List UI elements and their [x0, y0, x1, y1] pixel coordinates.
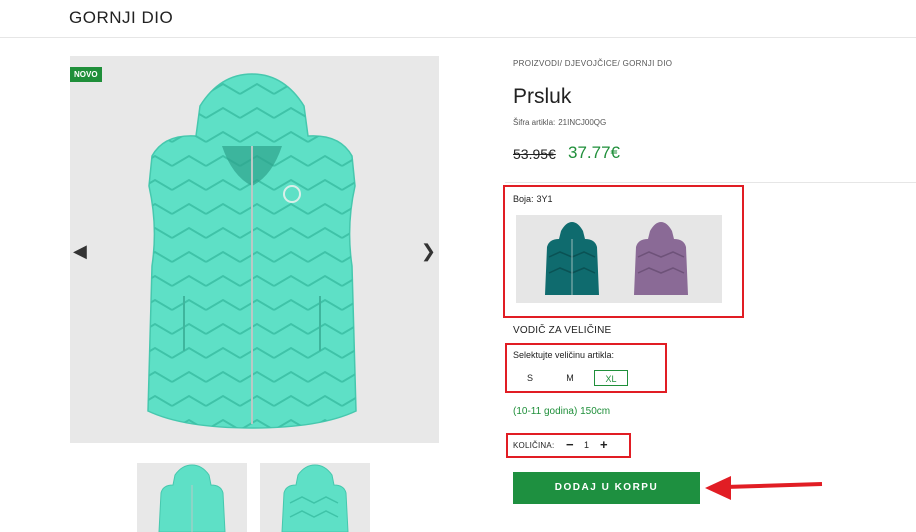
color-swatch-purple[interactable]: [630, 221, 692, 297]
price-old: 53.95€: [513, 146, 556, 162]
quantity-increase-button[interactable]: +: [600, 437, 608, 453]
size-option-m[interactable]: M: [554, 370, 586, 386]
header-bar: GORNJI DIO: [0, 0, 916, 38]
page-title: GORNJI DIO: [69, 8, 174, 27]
vest-thumbnail-front: [158, 464, 226, 532]
size-guide-link[interactable]: VODIČ ZA VELIČINE: [513, 325, 611, 336]
sku: Šifra artikla: 21INCJ00QG: [513, 118, 606, 127]
thumbnail-back[interactable]: [260, 463, 370, 532]
color-label: Boja: 3Y1: [513, 194, 553, 204]
size-info: (10-11 godina) 150cm: [513, 406, 611, 417]
color-label-text: Boja:: [513, 194, 534, 204]
color-swatches: [516, 215, 722, 303]
vest-image: [147, 73, 357, 429]
new-badge: NOVO: [70, 67, 102, 82]
divider: [505, 182, 916, 183]
size-option-xl[interactable]: XL: [594, 370, 628, 386]
product-main-image: NOVO ◀ ❯: [70, 56, 439, 443]
chevron-left-icon[interactable]: ◀: [73, 241, 87, 262]
product-name: Prsluk: [513, 85, 572, 108]
quantity-label: KOLIČINA:: [513, 441, 555, 450]
add-to-cart-button[interactable]: DODAJ U KORPU: [513, 472, 700, 504]
color-swatch-teal[interactable]: [541, 221, 603, 297]
quantity-decrease-button[interactable]: −: [566, 437, 574, 453]
thumbnail-front[interactable]: [137, 463, 247, 532]
purple-vest-icon: [634, 222, 688, 295]
red-arrow-annotation: [705, 476, 823, 500]
color-value: 3Y1: [536, 194, 553, 204]
chevron-right-icon[interactable]: ❯: [421, 241, 436, 262]
sku-value: 21INCJ00QG: [558, 118, 607, 127]
teal-vest-icon: [545, 222, 599, 295]
sku-label: Šifra artikla:: [513, 118, 556, 127]
vest-thumbnail-back: [281, 464, 349, 532]
size-label: Selektujte veličinu artikla:: [513, 350, 615, 360]
breadcrumb[interactable]: PROIZVODI/ DJEVOJČICE/ GORNJI DIO: [513, 59, 672, 68]
price-new: 37.77€: [568, 143, 620, 162]
size-option-s[interactable]: S: [514, 370, 546, 386]
quantity-value: 1: [584, 440, 590, 450]
